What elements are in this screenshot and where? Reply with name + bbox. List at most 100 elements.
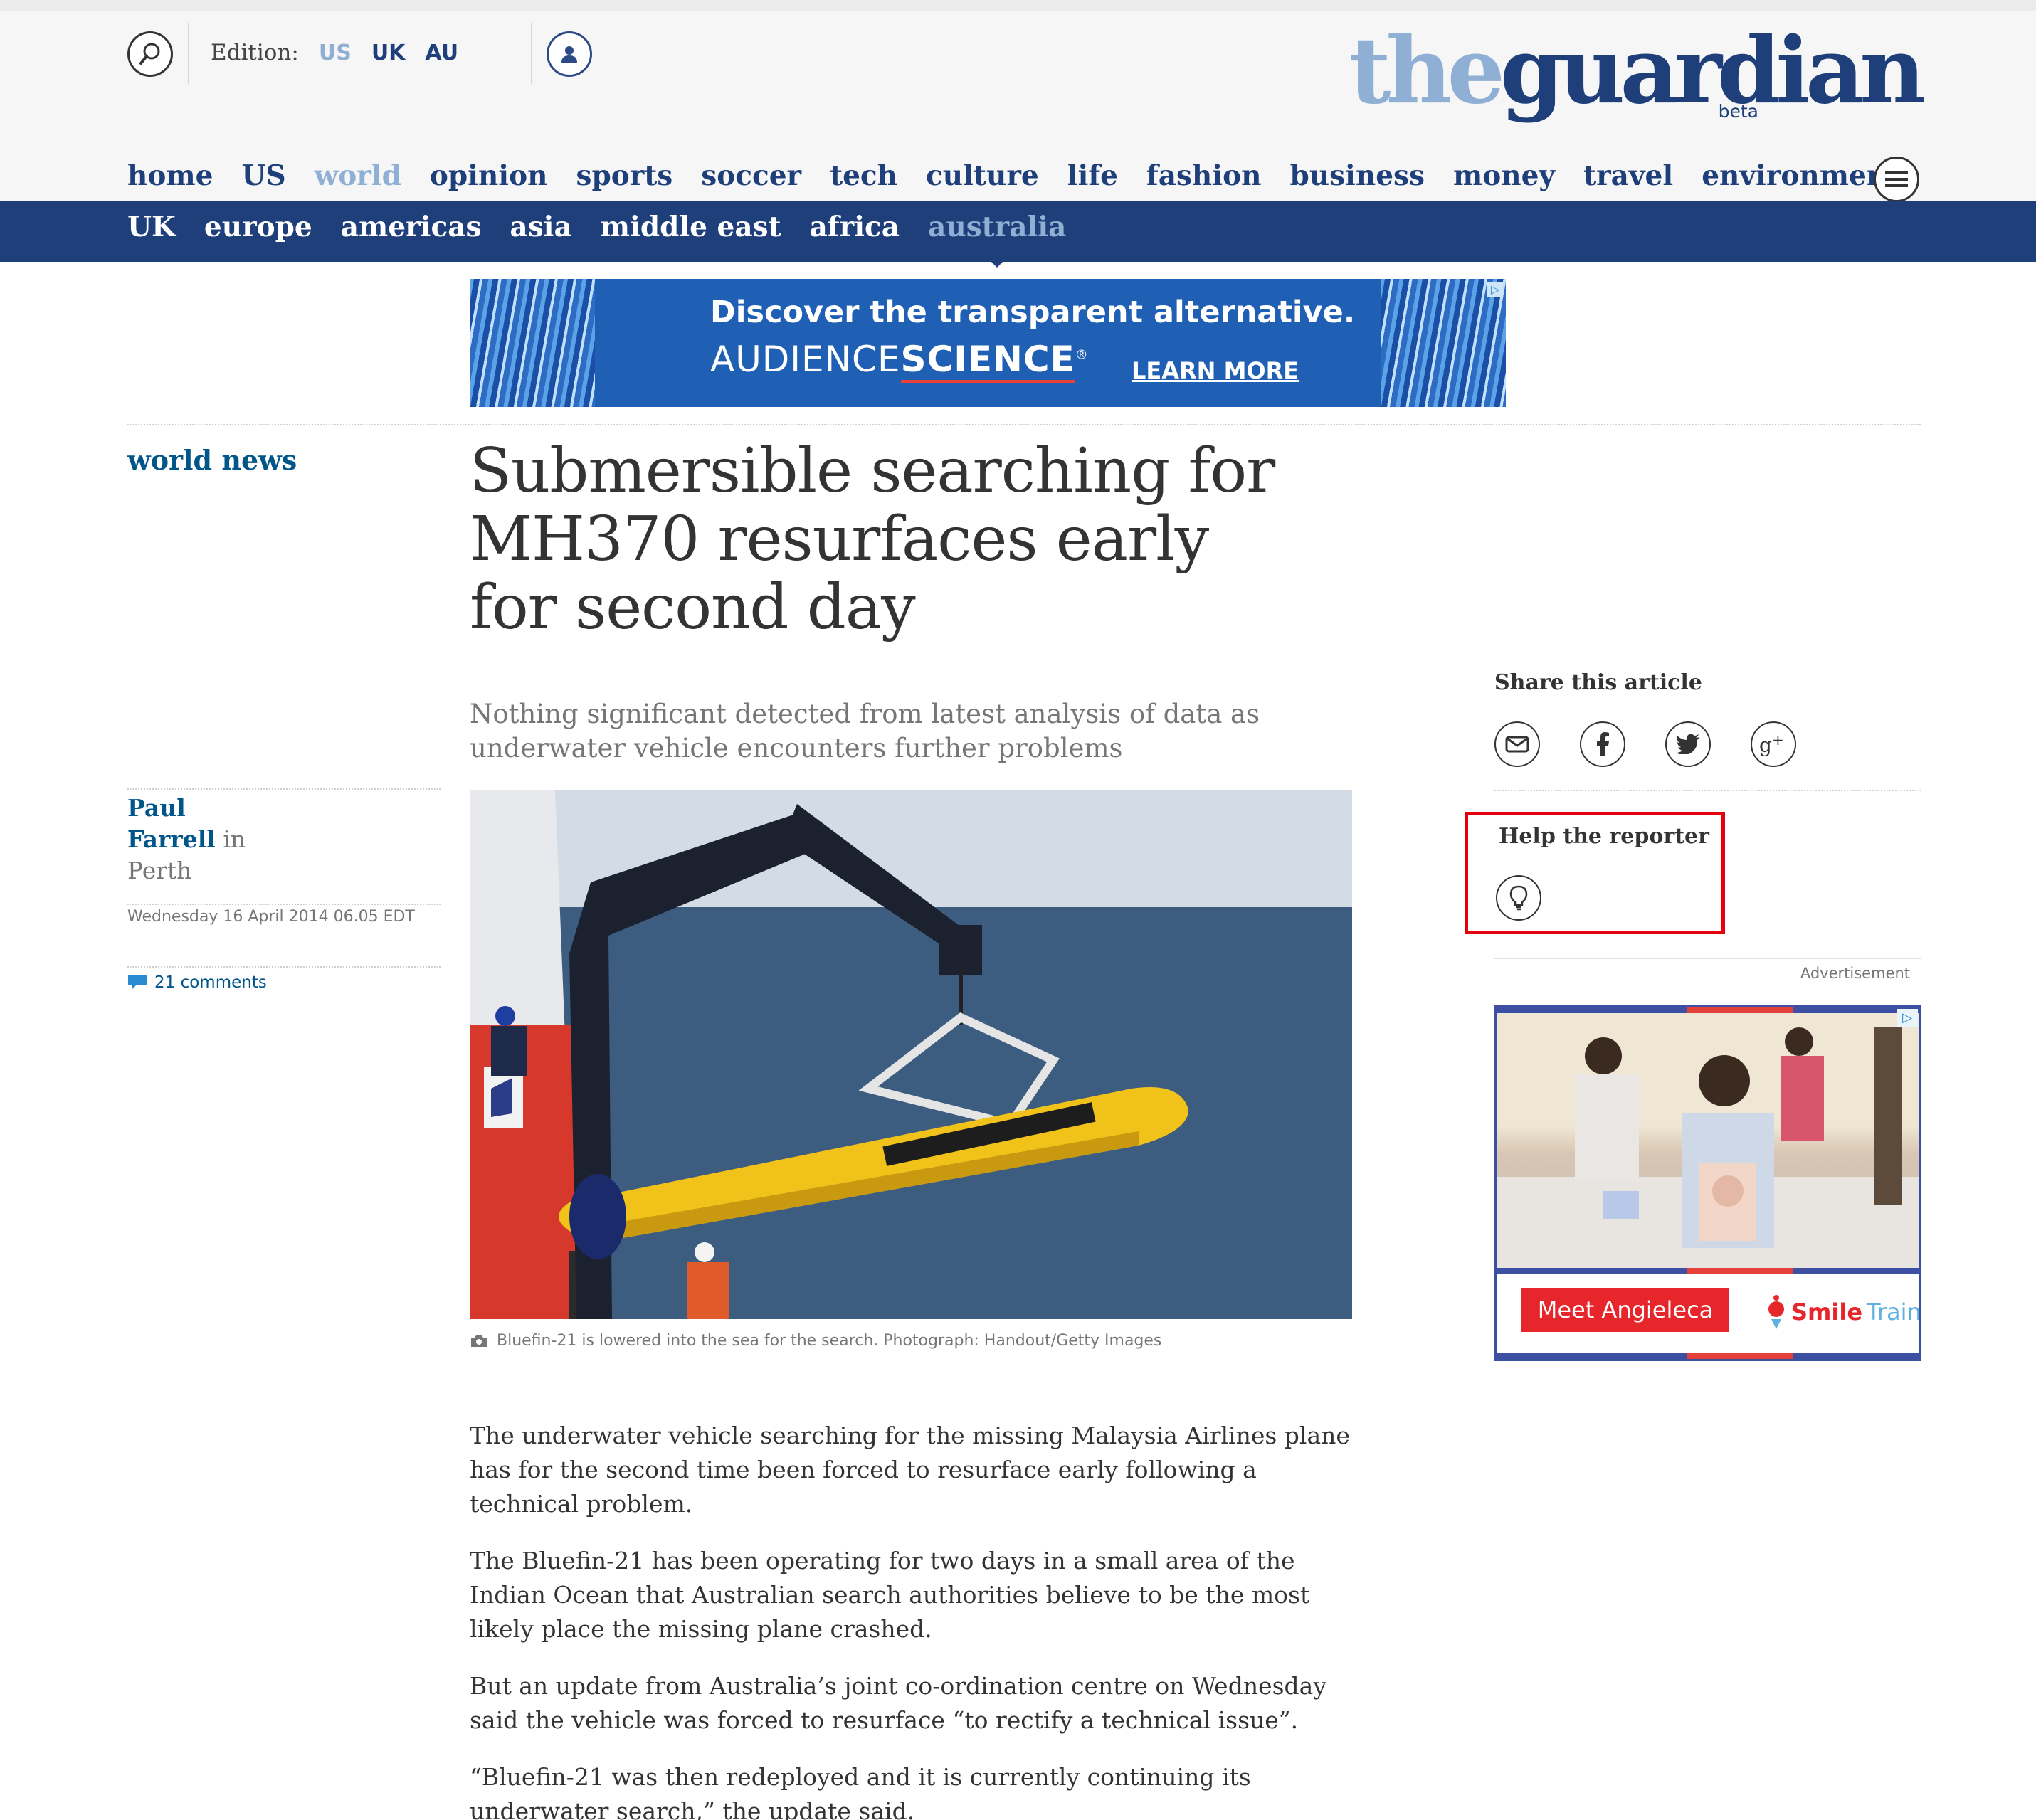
article-body: The underwater vehicle searching for the… (470, 1419, 1359, 1820)
body-paragraph: But an update from Australia’s joint co-… (470, 1672, 1327, 1734)
nav-sports[interactable]: sports (576, 159, 673, 192)
banner-ad[interactable]: Discover the transparent alternative. AU… (470, 279, 1506, 407)
ad-texture (470, 279, 595, 407)
subnav-africa[interactable]: africa (810, 211, 900, 243)
ad-brand: AUDIENCESCIENCE® (710, 339, 1089, 383)
sub-nav: UK europe americas asia middle east afri… (0, 201, 2036, 268)
nav-world[interactable]: world (315, 159, 401, 216)
menu-button[interactable] (1874, 157, 1919, 202)
ad-brand-b: SCIENCE (900, 339, 1075, 383)
profile-button[interactable] (547, 31, 592, 77)
caption-text: Bluefin-21 is lowered into the sea for t… (497, 1332, 1162, 1350)
ad-headline: Discover the transparent alternative. (710, 295, 1356, 330)
subnav-uk[interactable]: UK (127, 211, 176, 243)
nav-tech[interactable]: tech (830, 159, 897, 192)
byline-location: Perth (127, 857, 192, 884)
edition-switcher: Edition: US UK AU (211, 40, 458, 65)
nav-us[interactable]: US (241, 159, 285, 192)
byline-in: in (215, 825, 246, 853)
divider (127, 788, 441, 790)
lightbulb-icon (1509, 885, 1528, 911)
help-reporter-button[interactable] (1496, 875, 1541, 921)
profile-icon (561, 46, 577, 63)
header-divider (188, 23, 189, 84)
body-paragraph: “Bluefin-21 was then redeployed and it i… (470, 1763, 1251, 1820)
subnav-australia[interactable]: australia (928, 211, 1066, 268)
comments-count: 21 comments (154, 973, 267, 992)
nav-business[interactable]: business (1289, 159, 1424, 192)
smiletrain-a: Smile (1791, 1298, 1863, 1326)
nav-fashion[interactable]: fashion (1146, 159, 1262, 192)
comments-link[interactable]: 21 comments (127, 973, 267, 992)
nav-life[interactable]: life (1067, 159, 1118, 192)
guardian-logo[interactable]: theguardian beta (1349, 26, 1926, 132)
search-button[interactable] (127, 31, 173, 77)
nav-soccer[interactable]: soccer (701, 159, 801, 192)
share-buttons: g + (1494, 721, 1796, 767)
nav-money[interactable]: money (1453, 159, 1555, 192)
nav-opinion[interactable]: opinion (430, 159, 548, 192)
share-facebook-button[interactable] (1580, 721, 1625, 767)
ad-stripe (1497, 1007, 1919, 1013)
facebook-icon (1597, 732, 1609, 756)
article-photo (470, 790, 1352, 1319)
twitter-icon (1676, 734, 1699, 754)
byline: Paul Farrell in Perth (127, 793, 341, 887)
edition-au[interactable]: AU (425, 41, 458, 65)
divider (127, 966, 441, 968)
advertisement-label: Advertisement (1494, 958, 1921, 982)
svg-text:g: g (1759, 734, 1772, 756)
edition-uk[interactable]: UK (371, 41, 406, 65)
ad-photo-illustration (1497, 1013, 1919, 1268)
comment-icon (128, 975, 147, 990)
subnav-middle-east[interactable]: middle east (601, 211, 781, 243)
ad-brand-a: AUDIENCE (710, 339, 901, 380)
ad-stripe (1497, 1353, 1919, 1359)
share-email-button[interactable] (1494, 721, 1540, 767)
author-last[interactable]: Farrell (127, 825, 216, 853)
nav-home[interactable]: home (127, 159, 213, 192)
smiletrain-logo: Smile Train (1766, 1293, 1921, 1330)
adchoices-icon[interactable]: ▷ (1487, 282, 1503, 297)
edition-us[interactable]: US (319, 41, 352, 65)
help-reporter-title[interactable]: Help the reporter (1499, 824, 1709, 849)
ad-meet-button[interactable]: Meet Angieleca (1521, 1288, 1729, 1332)
main-nav: home US world opinion sports soccer tech… (127, 159, 1899, 216)
subnav-europe[interactable]: europe (204, 211, 312, 243)
logo-guardian: guardian (1499, 18, 1926, 125)
logo-beta: beta (1718, 101, 1758, 122)
share-twitter-button[interactable] (1665, 721, 1711, 767)
search-icon (139, 43, 160, 65)
author-first[interactable]: Paul (127, 794, 186, 822)
ad-brand-mark: ® (1075, 347, 1089, 363)
bluefin-photo-illustration (470, 790, 1352, 1319)
menu-icon (1885, 171, 1908, 187)
top-bar: Edition: US UK AU theguardian beta home … (0, 0, 2036, 216)
body-paragraph: The Bluefin-21 has been operating for tw… (470, 1547, 1310, 1643)
divider (127, 904, 441, 905)
share-google-plus-button[interactable]: g + (1751, 721, 1796, 767)
adchoices-icon[interactable]: ▷ (1897, 1009, 1918, 1027)
logo-the: the (1349, 18, 1505, 125)
nav-travel[interactable]: travel (1583, 159, 1673, 192)
smiletrain-icon (1768, 1295, 1784, 1329)
subnav-asia[interactable]: asia (510, 211, 571, 243)
subnav-americas[interactable]: americas (341, 211, 482, 243)
ad-learn-more[interactable]: LEARN MORE (1132, 357, 1299, 384)
photo-caption: Bluefin-21 is lowered into the sea for t… (470, 1332, 1161, 1350)
nav-culture[interactable]: culture (926, 159, 1039, 192)
section-label[interactable]: world news (127, 444, 297, 476)
email-icon (1505, 736, 1529, 753)
nav-environment[interactable]: environment (1702, 159, 1899, 192)
ad-photo (1497, 1013, 1919, 1268)
article-date: Wednesday 16 April 2014 06.05 EDT (127, 908, 415, 926)
edition-label: Edition: (211, 40, 299, 65)
divider (127, 424, 1921, 425)
svg-text:+: + (1772, 732, 1784, 748)
divider (1494, 790, 1921, 791)
side-ad[interactable]: Meet Angieleca Smile Train ▷ (1494, 1005, 1921, 1361)
smiletrain-b: Train (1867, 1298, 1921, 1326)
header-divider (531, 23, 532, 84)
ad-stripe (1497, 1268, 1919, 1274)
camera-icon (471, 1335, 487, 1347)
